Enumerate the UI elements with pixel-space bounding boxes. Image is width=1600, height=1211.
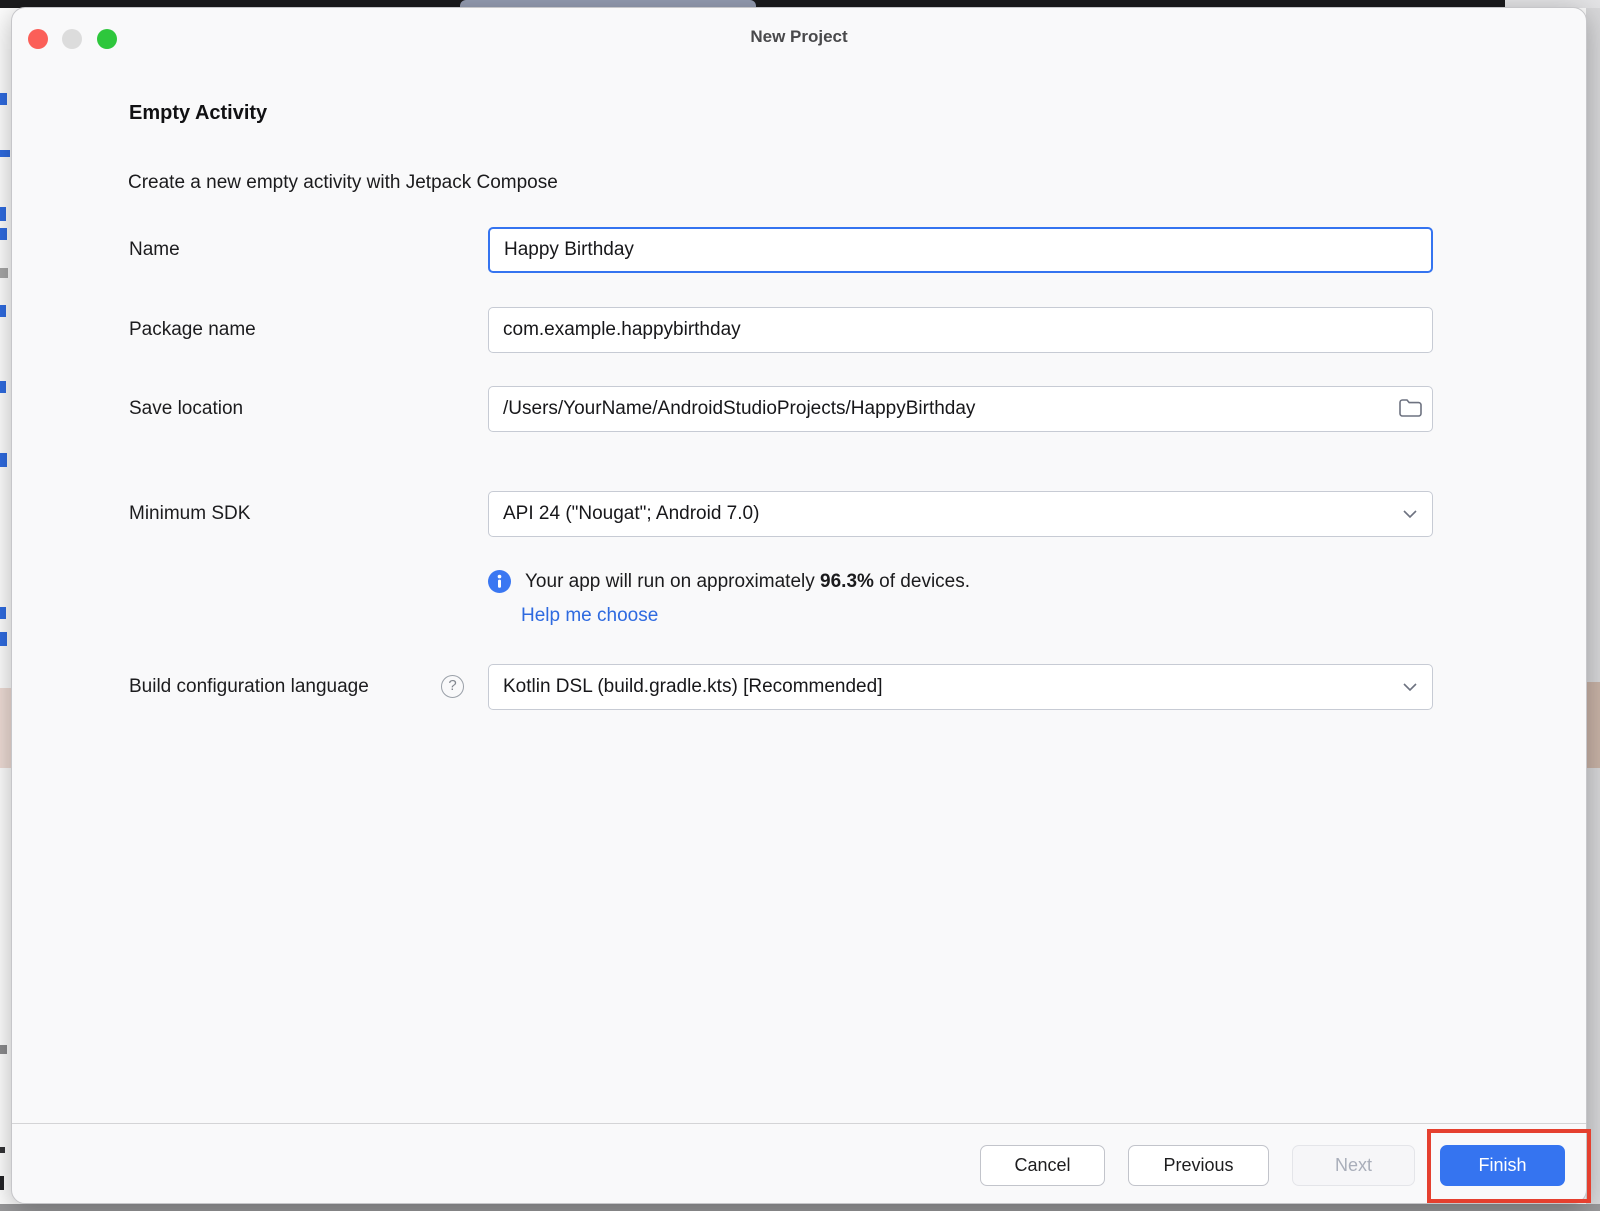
background-fragment <box>0 305 6 317</box>
chevron-down-icon <box>1402 676 1418 698</box>
previous-button[interactable]: Previous <box>1128 1145 1269 1186</box>
finish-button[interactable]: Finish <box>1440 1145 1565 1186</box>
background-fragment <box>0 1045 7 1054</box>
background-right-strip <box>1586 8 1600 1204</box>
page-title: Empty Activity <box>129 102 267 125</box>
name-input[interactable] <box>488 227 1433 273</box>
sdk-info-percentage: 96.3% <box>820 571 874 592</box>
build-config-select[interactable]: Kotlin DSL (build.gradle.kts) [Recommend… <box>488 664 1433 710</box>
background-fragment <box>0 93 7 105</box>
background-fragment <box>1586 682 1600 768</box>
save-location-wrap <box>488 386 1433 432</box>
help-question-icon[interactable]: ? <box>441 675 464 698</box>
new-project-dialog: New Project Empty Activity Create a new … <box>11 7 1587 1204</box>
build-config-value: Kotlin DSL (build.gradle.kts) [Recommend… <box>503 676 1394 698</box>
background-fragment <box>0 688 11 768</box>
minimum-sdk-value: API 24 ("Nougat"; Android 7.0) <box>503 503 1394 525</box>
help-me-choose-link[interactable]: Help me choose <box>521 605 658 627</box>
background-bottom-strip <box>0 1204 1600 1211</box>
cancel-button[interactable]: Cancel <box>980 1145 1105 1186</box>
background-fragment <box>0 150 10 157</box>
package-name-input[interactable] <box>488 307 1433 353</box>
package-name-label: Package name <box>129 307 256 353</box>
background-fragment <box>0 268 8 278</box>
sdk-info-row: Your app will run on approximately 96.3%… <box>488 570 970 593</box>
background-fragment <box>0 632 7 646</box>
browse-folder-button[interactable] <box>1397 396 1423 422</box>
next-button[interactable]: Next <box>1292 1145 1415 1186</box>
window-title: New Project <box>12 27 1586 47</box>
screenshot-root: { "window": { "title": "New Project" }, … <box>0 0 1600 1211</box>
info-icon <box>488 570 511 593</box>
background-fragment <box>0 1147 5 1153</box>
background-fragment <box>0 207 6 221</box>
background-fragment <box>0 453 7 467</box>
background-fragment <box>0 228 7 240</box>
folder-icon <box>1398 407 1423 422</box>
background-fragment <box>0 381 6 393</box>
background-fragment <box>0 1176 4 1190</box>
minimum-sdk-label: Minimum SDK <box>129 491 250 537</box>
save-location-label: Save location <box>129 386 243 432</box>
build-config-label: Build configuration language <box>129 664 369 710</box>
minimum-sdk-select[interactable]: API 24 ("Nougat"; Android 7.0) <box>488 491 1433 537</box>
background-fragment <box>0 607 6 619</box>
page-subtitle: Create a new empty activity with Jetpack… <box>128 172 558 194</box>
chevron-down-icon <box>1402 503 1418 525</box>
save-location-input[interactable] <box>488 386 1433 432</box>
footer-divider <box>12 1123 1586 1124</box>
name-label: Name <box>129 227 180 273</box>
sdk-info-text: Your app will run on approximately 96.3%… <box>525 571 970 593</box>
